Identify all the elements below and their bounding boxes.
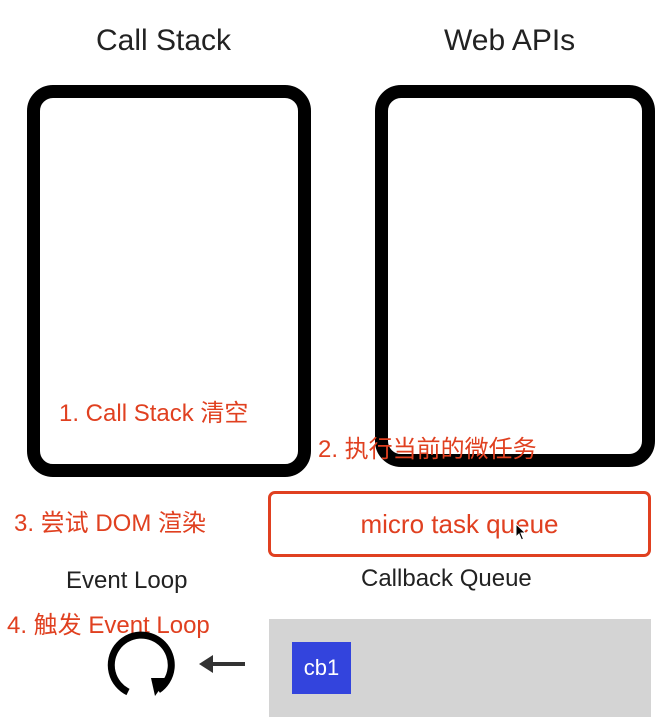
web-apis-title: Web APIs — [444, 24, 576, 57]
step-2-label: 2. 执行当前的微任务 — [318, 436, 537, 463]
mouse-cursor-icon — [515, 523, 527, 541]
left-arrow-icon — [199, 655, 245, 673]
event-loop-diagram: Call Stack Web APIs 1. Call Stack 清空 2. … — [0, 0, 656, 723]
micro-task-queue-box: micro task queue — [268, 491, 651, 557]
micro-task-queue-label: micro task queue — [360, 508, 559, 539]
event-loop-label: Event Loop — [66, 567, 188, 594]
step-1-label: 1. Call Stack 清空 — [59, 400, 249, 427]
step-3-label: 3. 尝试 DOM 渲染 — [14, 510, 207, 537]
callback-queue-label: Callback Queue — [361, 565, 532, 592]
loop-arrow-icon — [107, 631, 175, 696]
call-stack-title: Call Stack — [96, 24, 232, 57]
callback-item-cb1: cb1 — [292, 642, 351, 694]
web-apis-box — [375, 85, 655, 467]
callback-queue-box: cb1 — [269, 619, 651, 717]
